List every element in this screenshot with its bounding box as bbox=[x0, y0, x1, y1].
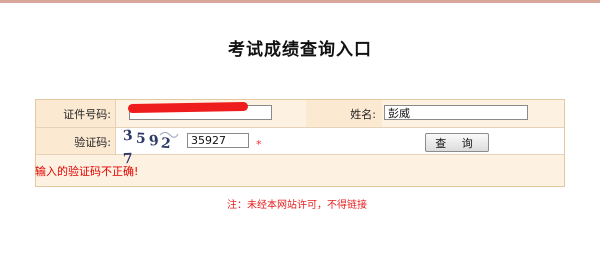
top-border-line bbox=[0, 0, 600, 3]
id-label: 证件号码: bbox=[36, 100, 115, 127]
error-message: 输入的验证码不正确! bbox=[35, 165, 139, 178]
required-mark: * bbox=[256, 138, 262, 151]
name-input[interactable] bbox=[384, 105, 528, 120]
captcha-cell bbox=[116, 128, 564, 155]
captcha-image[interactable]: 35927 bbox=[122, 127, 183, 167]
captcha-char: 3 bbox=[122, 127, 137, 145]
captcha-char: 5 bbox=[135, 130, 149, 148]
name-label: 姓名: bbox=[306, 100, 382, 127]
link-notice-text: 注：未经本网站许可，不得链接 bbox=[227, 200, 367, 211]
captcha-noise-icon bbox=[159, 132, 179, 138]
query-button[interactable]: 查 询 bbox=[425, 133, 489, 152]
page-title: 考试成绩查询入口 bbox=[228, 40, 372, 60]
captcha-label: 验证码: bbox=[36, 128, 115, 155]
captcha-input[interactable] bbox=[187, 133, 249, 148]
link-notice: 注：未经本网站许可，不得链接 bbox=[0, 196, 600, 211]
